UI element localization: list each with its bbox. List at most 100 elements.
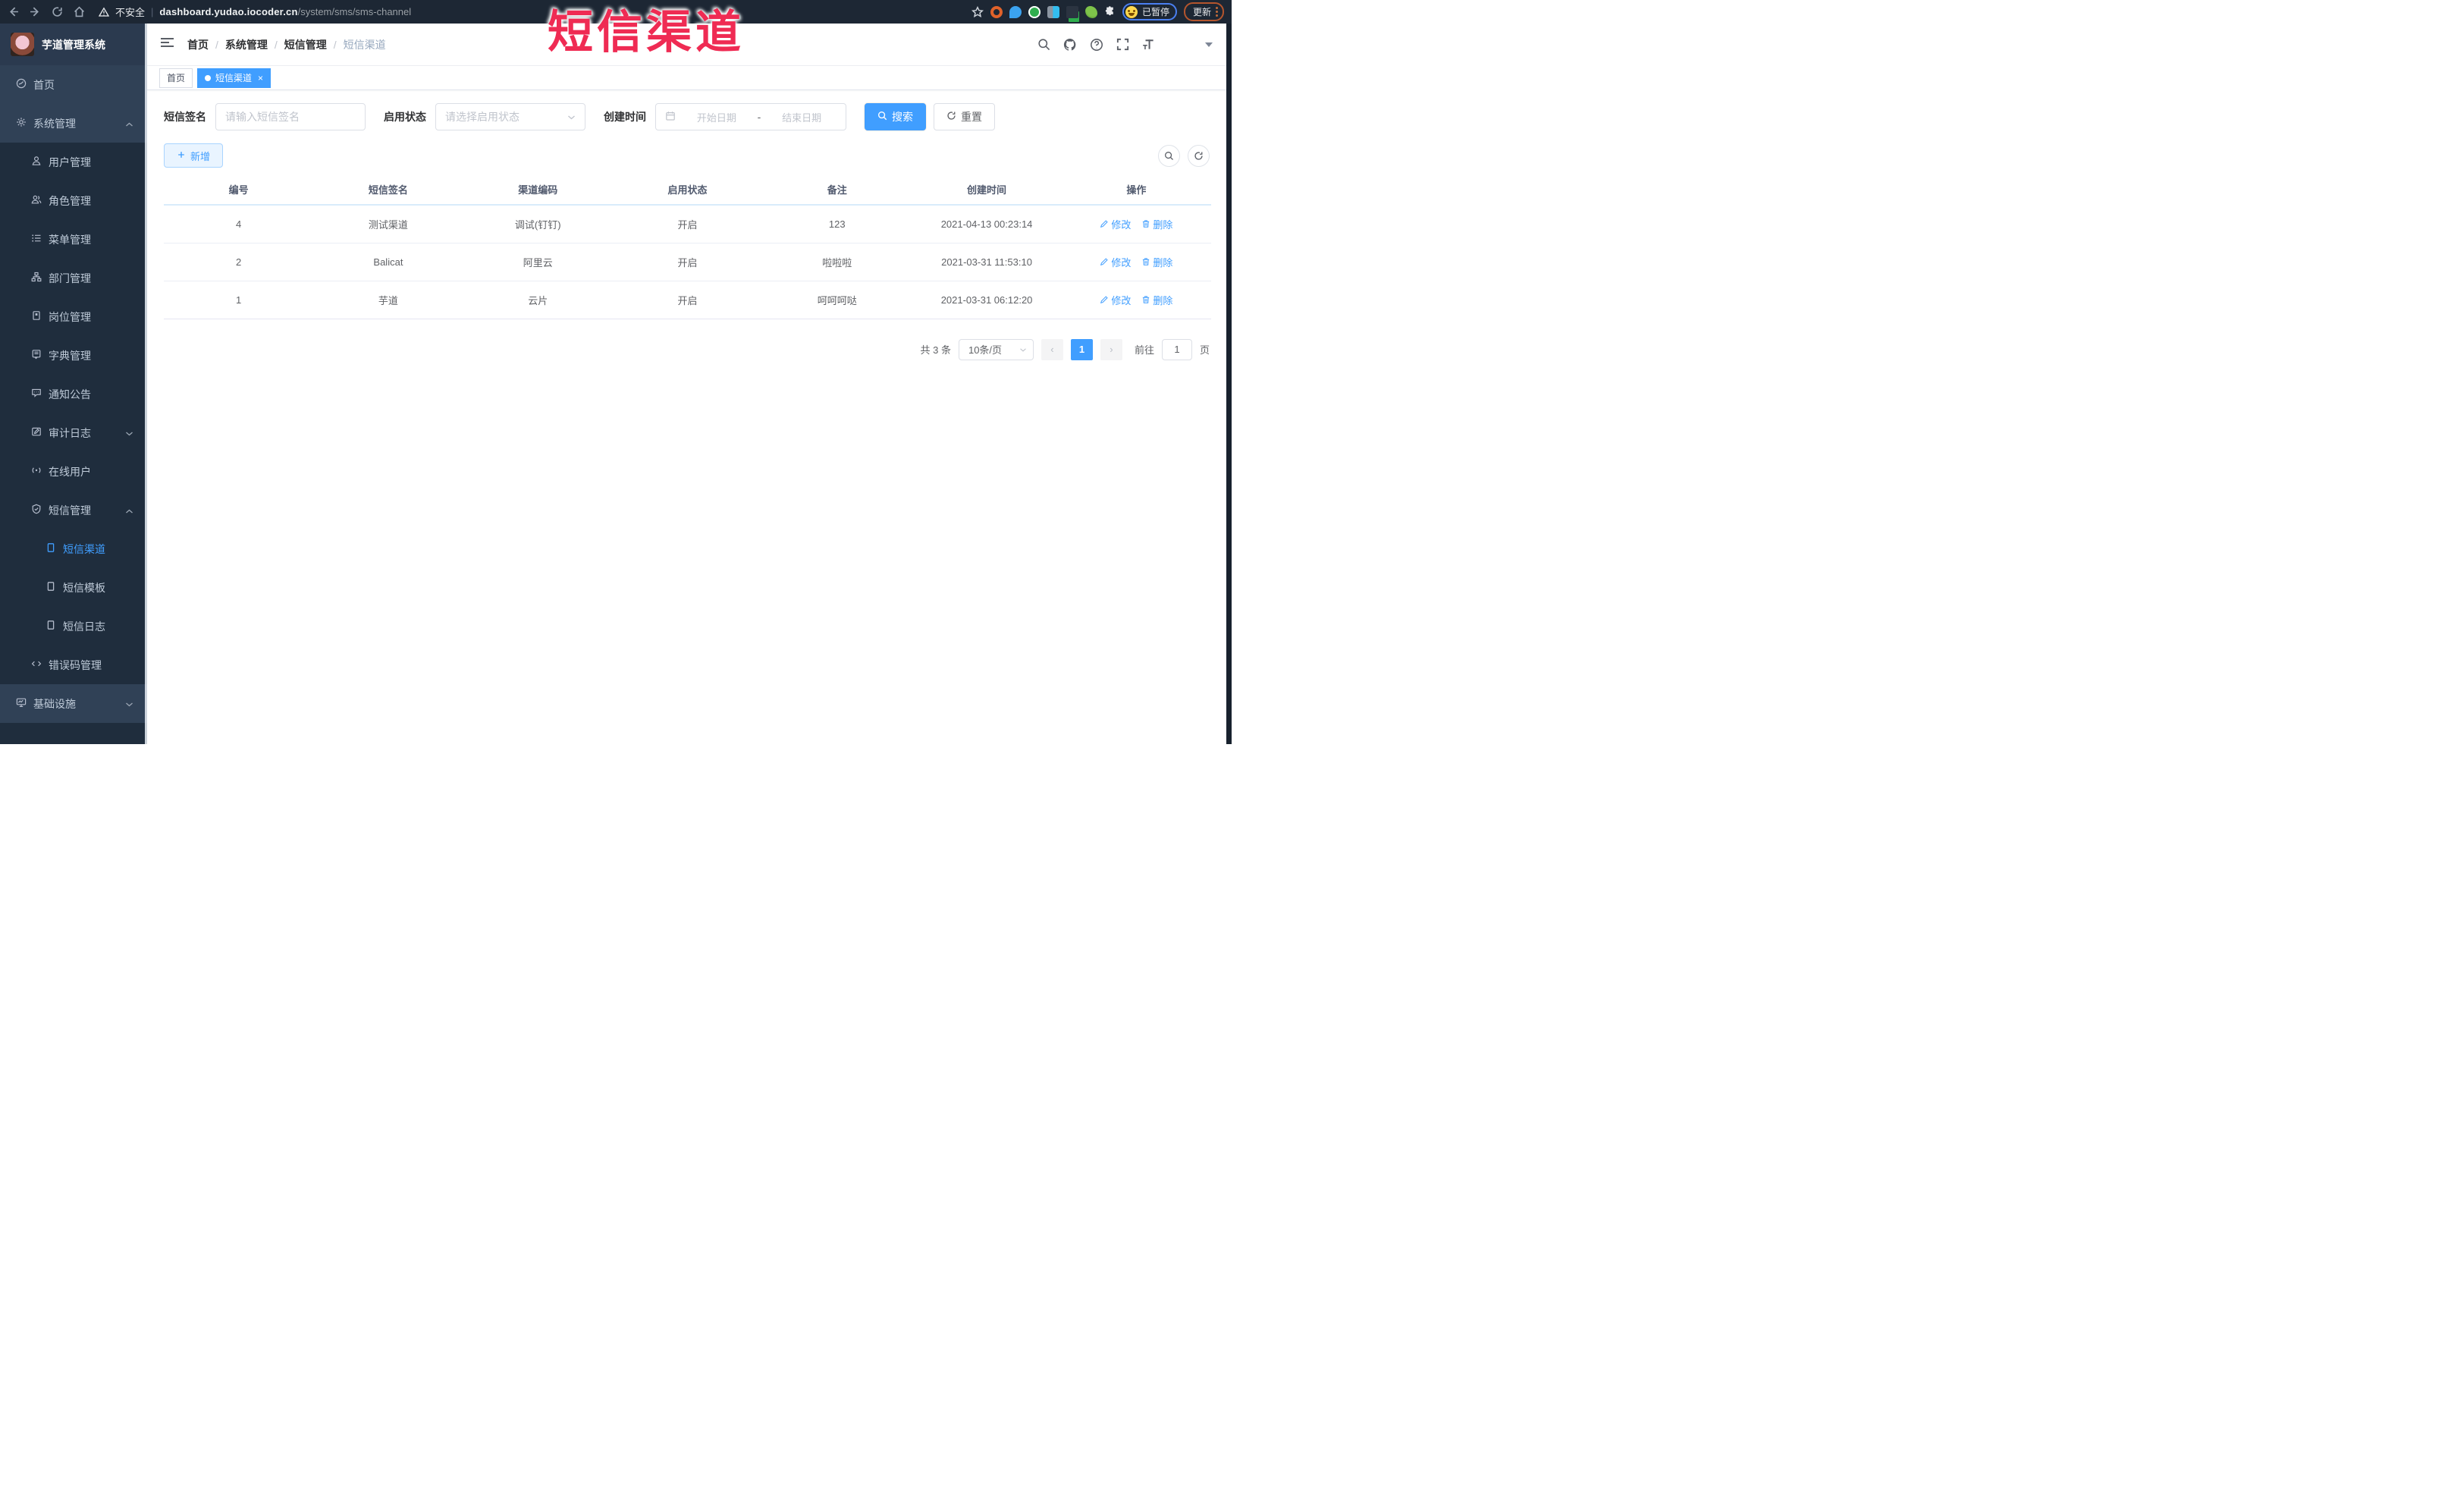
goto-suffix: 页 <box>1199 344 1210 356</box>
search-icon[interactable] <box>1037 38 1050 51</box>
app-logo-image <box>11 33 34 56</box>
status-select[interactable]: 请选择启用状态 <box>435 103 585 130</box>
edit-link[interactable]: 修改 <box>1100 255 1131 269</box>
sidebar-item-dept-mgmt[interactable]: 部门管理 <box>0 259 147 297</box>
home-icon[interactable] <box>74 6 85 17</box>
user-avatar[interactable] <box>1169 33 1192 56</box>
app-title: 芋道管理系统 <box>42 38 105 51</box>
sidebar: 芋道管理系统 首页 系统管理 用户管理 角色管理 菜单管理 部门管理 岗位管理 … <box>0 24 147 744</box>
sidebar-item-sms-log[interactable]: 短信日志 <box>0 607 147 646</box>
bookmark-star-icon[interactable] <box>971 5 984 18</box>
prev-page-button[interactable]: ‹ <box>1041 338 1063 360</box>
window-scrollbar-strip[interactable] <box>1226 24 1232 744</box>
sidebar-item-infra[interactable]: 基础设施 <box>0 684 147 723</box>
user-icon <box>31 155 42 168</box>
browser-profile-chip[interactable]: 已暂停 <box>1122 3 1177 20</box>
end-date-placeholder: 结束日期 <box>782 112 822 124</box>
chevron-down-icon <box>125 427 133 439</box>
back-icon[interactable] <box>8 6 19 17</box>
list-icon <box>31 233 42 246</box>
sidebar-item-sms-template[interactable]: 短信模板 <box>0 568 147 607</box>
sign-input[interactable] <box>225 111 356 123</box>
chat-bubble-icon <box>31 388 42 401</box>
url-path: /system/sms/sms-channel <box>297 6 412 17</box>
page-size-select[interactable]: 10条/页 <box>958 338 1034 360</box>
sidebar-item-menu-mgmt[interactable]: 菜单管理 <box>0 220 147 259</box>
github-icon[interactable] <box>1063 38 1077 52</box>
cell-sign: Balicat <box>313 243 463 281</box>
chevron-down-icon <box>567 111 576 123</box>
chevron-up-icon <box>125 504 133 517</box>
sidebar-fold-icon[interactable] <box>161 37 174 52</box>
next-page-button[interactable]: › <box>1100 338 1122 360</box>
tab-close-icon[interactable]: × <box>258 73 263 83</box>
sidebar-item-error-code[interactable]: 错误码管理 <box>0 646 147 684</box>
breadcrumb-home[interactable]: 首页 <box>187 37 209 52</box>
app-logo-row[interactable]: 芋道管理系统 <box>0 24 147 65</box>
sidebar-item-online-users[interactable]: 在线用户 <box>0 452 147 491</box>
col-sign: 短信签名 <box>313 174 463 206</box>
sidebar-item-user-mgmt[interactable]: 用户管理 <box>0 143 147 181</box>
search-button[interactable]: 搜索 <box>865 103 926 130</box>
tab-home[interactable]: 首页 <box>159 68 193 88</box>
time-label: 创建时间 <box>604 111 646 123</box>
extension-icon[interactable] <box>1066 5 1078 18</box>
sidebar-item-post-mgmt[interactable]: 岗位管理 <box>0 297 147 336</box>
extension-icon[interactable] <box>1028 5 1041 18</box>
sidebar-item-dict-mgmt[interactable]: 字典管理 <box>0 336 147 375</box>
cell-remark: 啦啦啦 <box>762 243 912 281</box>
date-range-picker[interactable]: 开始日期 - 结束日期 <box>655 103 846 130</box>
delete-link[interactable]: 删除 <box>1141 293 1172 307</box>
sidebar-item-notice[interactable]: 通知公告 <box>0 375 147 413</box>
refresh-table-button[interactable] <box>1188 144 1210 167</box>
extension-icon[interactable] <box>1084 5 1097 18</box>
font-size-icon[interactable] <box>1142 39 1156 51</box>
avatar-caret-icon[interactable] <box>1205 42 1213 51</box>
add-button[interactable]: 新增 <box>164 143 224 168</box>
extension-icon[interactable] <box>1047 5 1059 18</box>
range-separator: - <box>757 111 761 123</box>
delete-link[interactable]: 删除 <box>1141 255 1172 269</box>
fullscreen-icon[interactable] <box>1116 38 1129 51</box>
cell-created: 2021-03-31 06:12:20 <box>912 281 1062 319</box>
edit-link[interactable]: 修改 <box>1100 217 1131 231</box>
delete-link[interactable]: 删除 <box>1141 217 1172 231</box>
sidebar-item-audit-log[interactable]: 审计日志 <box>0 413 147 452</box>
extension-icon[interactable] <box>990 5 1003 18</box>
table-toolbar: 新增 <box>164 143 1211 168</box>
cell-created: 2021-03-31 11:53:10 <box>912 243 1062 281</box>
extension-icon[interactable] <box>1009 5 1022 18</box>
reset-button[interactable]: 重置 <box>934 103 995 130</box>
show-search-toggle-button[interactable] <box>1158 144 1180 167</box>
cell-actions: 修改 删除 <box>1061 205 1211 243</box>
browser-update-button[interactable]: 更新 <box>1183 2 1224 21</box>
monitor-icon <box>16 697 27 710</box>
help-icon[interactable] <box>1090 38 1103 52</box>
shield-message-icon <box>31 504 42 517</box>
edit-link[interactable]: 修改 <box>1100 293 1131 307</box>
document-icon <box>46 581 56 594</box>
sidebar-item-role-mgmt[interactable]: 角色管理 <box>0 181 147 220</box>
breadcrumb-system[interactable]: 系统管理 <box>225 37 268 52</box>
puzzle-extensions-icon[interactable] <box>1104 6 1116 17</box>
document-icon <box>46 620 56 633</box>
breadcrumb-sms[interactable]: 短信管理 <box>284 37 327 52</box>
forward-icon[interactable] <box>30 6 41 17</box>
table-row: 1 芋道 云片 开启 呵呵呵哒 2021-03-31 06:12:20 修改 删除 <box>164 281 1211 319</box>
cell-remark: 123 <box>762 205 912 243</box>
cell-code: 云片 <box>463 281 613 319</box>
document-icon <box>46 542 56 555</box>
page-number-current[interactable]: 1 <box>1070 338 1093 360</box>
sidebar-item-home[interactable]: 首页 <box>0 65 147 104</box>
cell-sign: 芋道 <box>313 281 463 319</box>
reload-icon[interactable] <box>52 6 63 17</box>
sidebar-item-sms-channel[interactable]: 短信渠道 <box>0 529 147 568</box>
users-icon <box>31 194 42 207</box>
goto-page-input[interactable] <box>1161 338 1192 360</box>
address-bar[interactable]: 不安全 | dashboard.yudao.iocoder.cn/system/… <box>99 5 411 19</box>
cell-code: 调试(钉钉) <box>463 205 613 243</box>
browser-menu-icon[interactable] <box>1216 7 1218 17</box>
sidebar-item-sms-mgmt[interactable]: 短信管理 <box>0 491 147 529</box>
tab-sms-channel[interactable]: 短信渠道 × <box>197 68 272 88</box>
sidebar-item-system[interactable]: 系统管理 <box>0 104 147 143</box>
